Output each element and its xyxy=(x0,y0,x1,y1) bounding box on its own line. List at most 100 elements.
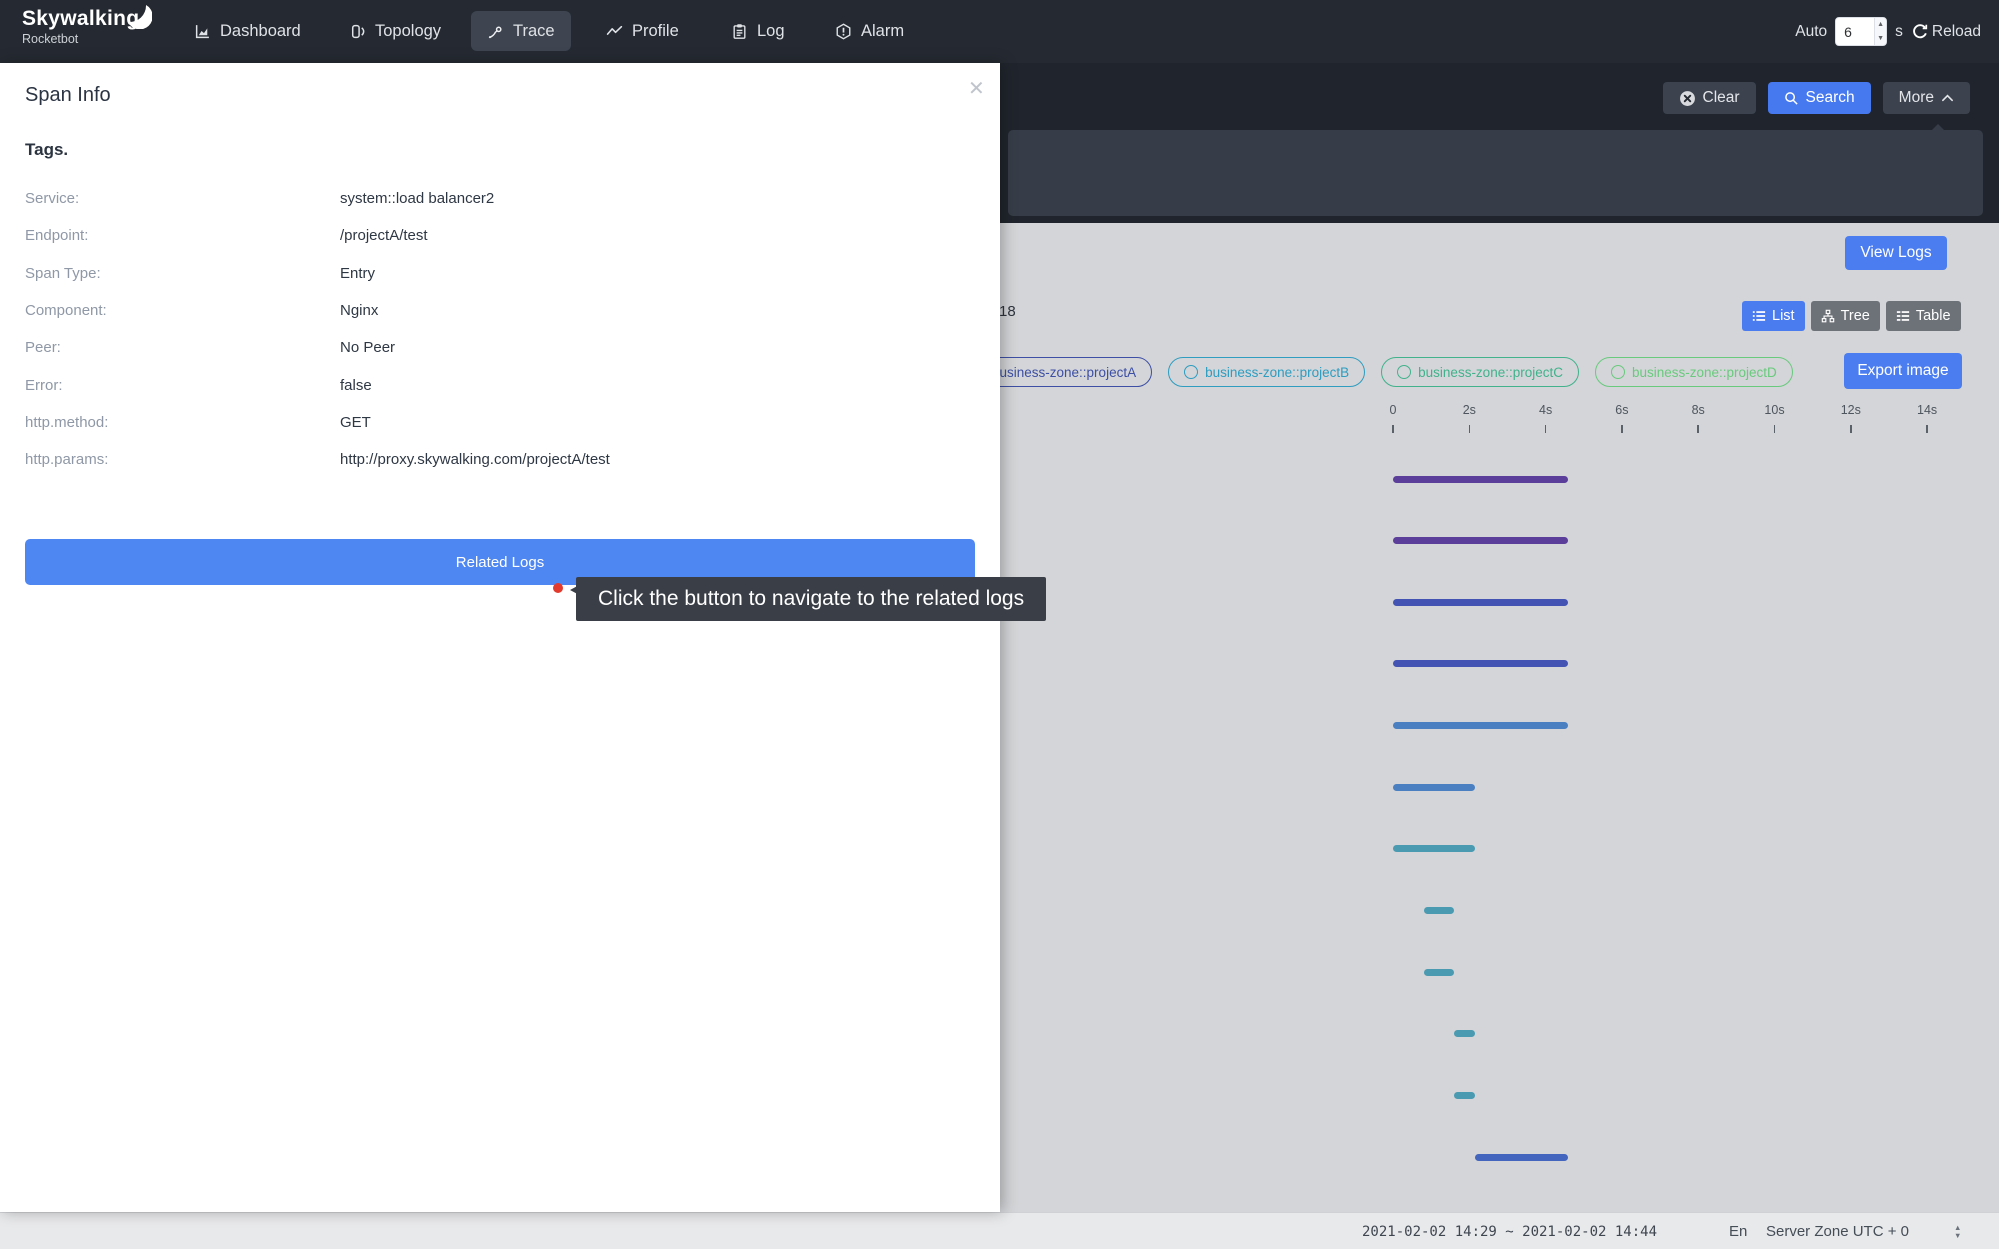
nav-item-topology[interactable]: Topology xyxy=(349,0,441,63)
increment-arrow-icon[interactable]: ▲ xyxy=(1875,18,1886,32)
tag-row: Error: false xyxy=(0,366,1000,403)
tag-label: Peer: xyxy=(25,339,61,356)
badge-projectB[interactable]: business-zone::projectB xyxy=(1168,357,1365,387)
nav-item-log[interactable]: Log xyxy=(731,0,785,63)
nav-label: Trace xyxy=(513,22,555,41)
nav-item-alarm[interactable]: Alarm xyxy=(835,0,904,63)
decrement-arrow-icon[interactable]: ▼ xyxy=(1875,32,1886,46)
auto-interval-input[interactable] xyxy=(1836,18,1874,45)
tag-value: http://proxy.skywalking.com/projectA/tes… xyxy=(340,451,610,468)
trace-icon xyxy=(487,23,504,40)
tag-row: http.params: http://proxy.skywalking.com… xyxy=(0,441,1000,478)
tag-row: Endpoint: /projectA/test xyxy=(0,217,1000,254)
nav-item-trace[interactable]: Trace xyxy=(471,11,571,51)
badge-projectD[interactable]: business-zone::projectD xyxy=(1595,357,1793,387)
tag-value: No Peer xyxy=(340,339,395,356)
ring-icon xyxy=(1184,365,1198,379)
span-info-modal: Span Info ✕ Tags. Service: system::load … xyxy=(0,63,1000,1212)
trace-duration-fragment: 18 xyxy=(999,303,1016,320)
badge-label: business-zone::projectC xyxy=(1418,365,1563,380)
clear-button[interactable]: Clear xyxy=(1663,82,1756,114)
table-mode-label: Table xyxy=(1916,308,1951,324)
tag-list: Service: system::load balancer2 Endpoint… xyxy=(0,180,1000,478)
ring-icon xyxy=(1611,365,1625,379)
clear-label: Clear xyxy=(1703,89,1740,107)
tag-row: Peer: No Peer xyxy=(0,329,1000,366)
service-badges: business-zone::projectA business-zone::p… xyxy=(955,357,1793,387)
tag-row: http.method: GET xyxy=(0,404,1000,441)
timezone-stepper: ▲ ▼ xyxy=(1954,1224,1961,1240)
tag-value: Nginx xyxy=(340,302,378,319)
alert-dot xyxy=(553,583,563,593)
app-logo[interactable]: Skywalking Rocketbot xyxy=(22,7,139,46)
badge-projectC[interactable]: business-zone::projectC xyxy=(1381,357,1579,387)
list-mode-button[interactable]: List xyxy=(1742,301,1805,331)
language-switch[interactable]: En xyxy=(1729,1223,1747,1240)
tag-label: Span Type: xyxy=(25,265,101,282)
alarm-icon xyxy=(835,23,852,40)
trace-span-bar[interactable] xyxy=(1393,599,1568,606)
trace-span-bar[interactable] xyxy=(1393,476,1568,483)
trace-span-bar[interactable] xyxy=(1424,907,1455,914)
nav-right-controls: Auto ▲ ▼ s Reload xyxy=(1795,0,1981,63)
trace-span-bar[interactable] xyxy=(1393,537,1568,544)
tag-label: Service: xyxy=(25,190,79,207)
trend-icon xyxy=(606,23,623,40)
time-range[interactable]: 2021-02-02 14:29 ~ 2021-02-02 14:44 xyxy=(1362,1224,1657,1240)
badge-label: business-zone::projectD xyxy=(1632,365,1777,380)
close-icon[interactable]: ✕ xyxy=(968,76,985,101)
export-image-button[interactable]: Export image xyxy=(1844,353,1962,389)
tag-label: http.method: xyxy=(25,414,108,431)
trace-span-bar[interactable] xyxy=(1393,784,1475,791)
chevron-up-icon xyxy=(1941,93,1954,103)
trace-span-bar[interactable] xyxy=(1475,1154,1568,1161)
auto-unit: s xyxy=(1895,23,1903,41)
tag-value: Entry xyxy=(340,265,375,282)
badge-label: business-zone::projectB xyxy=(1205,365,1349,380)
server-zone-label: Server Zone UTC + 0 xyxy=(1766,1223,1909,1240)
table-mode-button[interactable]: Table xyxy=(1886,301,1961,331)
tags-section-heading: Tags. xyxy=(25,140,68,160)
tag-row: Span Type: Entry xyxy=(0,255,1000,292)
more-button[interactable]: More xyxy=(1883,82,1970,114)
tag-label: Component: xyxy=(25,302,107,319)
reload-button[interactable]: Reload xyxy=(1911,23,1981,41)
zone-decrement-icon[interactable]: ▼ xyxy=(1954,1232,1961,1240)
list-mode-label: List xyxy=(1772,308,1795,324)
related-logs-tooltip: Click the button to navigate to the rela… xyxy=(576,577,1046,621)
nav-item-profile[interactable]: Profile xyxy=(606,0,679,63)
nav-label: Alarm xyxy=(861,22,904,41)
trace-span-bar[interactable] xyxy=(1393,845,1475,852)
trace-span-bar[interactable] xyxy=(1424,969,1455,976)
search-label: Search xyxy=(1806,89,1855,107)
nav-label: Topology xyxy=(375,22,441,41)
topology-icon xyxy=(349,23,366,40)
search-button[interactable]: Search xyxy=(1768,82,1871,114)
nav-item-dashboard[interactable]: Dashboard xyxy=(194,0,301,63)
tag-value: GET xyxy=(340,414,371,431)
circle-x-icon xyxy=(1679,90,1696,107)
tree-mode-button[interactable]: Tree xyxy=(1811,301,1880,331)
trace-span-bar[interactable] xyxy=(1393,660,1568,667)
list-icon xyxy=(1752,309,1766,323)
dashboard-icon xyxy=(194,23,211,40)
tree-icon xyxy=(1821,309,1835,323)
nav-label: Profile xyxy=(632,22,679,41)
skywalking-app: Clear Search More View Logs 18 xyxy=(0,0,1999,1249)
trace-span-bar[interactable] xyxy=(1454,1092,1475,1099)
more-label: More xyxy=(1899,89,1934,107)
search-icon xyxy=(1784,91,1799,106)
logo-subtitle: Rocketbot xyxy=(22,32,139,46)
trace-span-bar[interactable] xyxy=(1393,722,1568,729)
clipboard-icon xyxy=(731,23,748,40)
tag-label: Error: xyxy=(25,377,63,394)
moon-swoosh-icon xyxy=(126,3,152,29)
stepper-arrows: ▲ ▼ xyxy=(1874,18,1886,45)
view-mode-switch: List Tree Table xyxy=(1742,301,1961,331)
tag-value: false xyxy=(340,377,372,394)
trace-span-bar[interactable] xyxy=(1454,1030,1475,1037)
tag-value: /projectA/test xyxy=(340,227,428,244)
ring-icon xyxy=(1397,365,1411,379)
view-logs-button[interactable]: View Logs xyxy=(1845,236,1947,270)
badge-label: business-zone::projectA xyxy=(992,365,1136,380)
